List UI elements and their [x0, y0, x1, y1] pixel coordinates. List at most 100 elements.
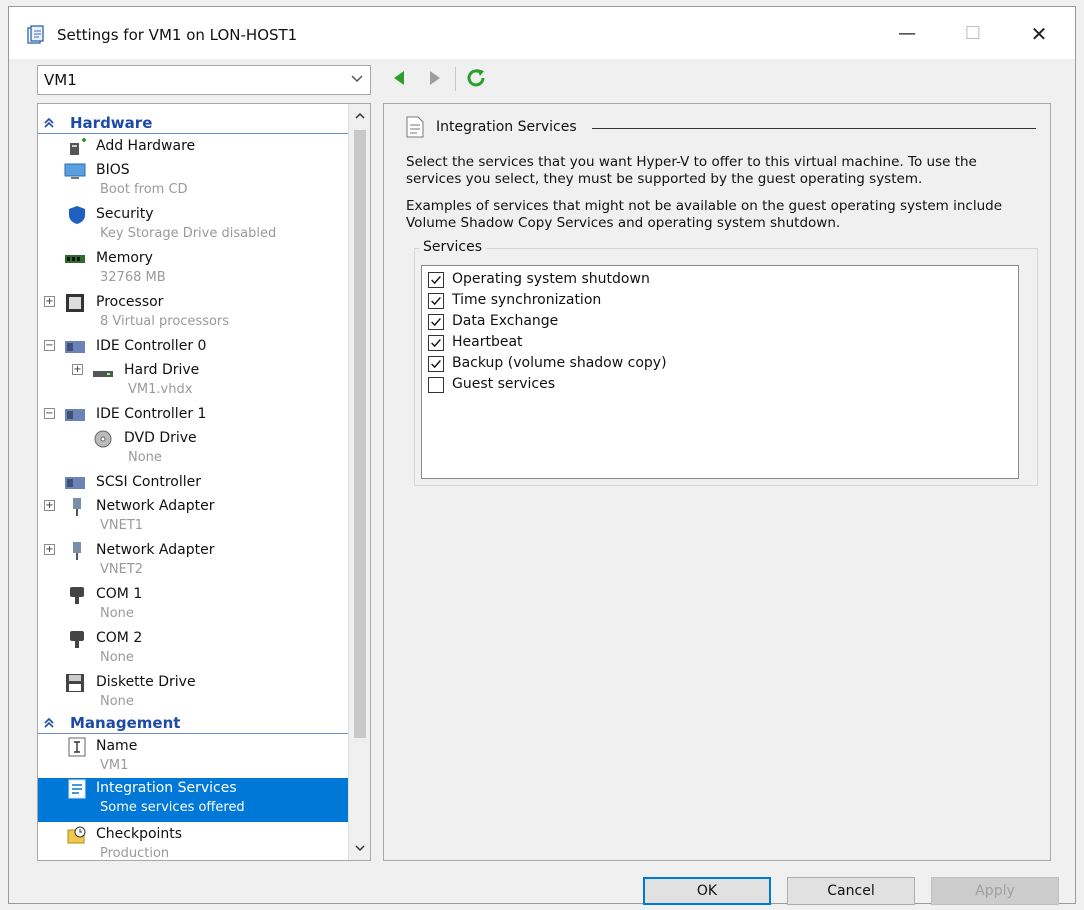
expand-plus-icon[interactable]: + [44, 544, 55, 555]
service-label: Heartbeat [452, 334, 523, 350]
tree-item-bios[interactable]: BIOS Boot from CD [38, 160, 350, 204]
service-guest-services[interactable]: Guest services [428, 375, 1008, 395]
tree-item-network-adapter-1[interactable]: + Network Adapter VNET1 [38, 496, 350, 540]
tree-item-name: Processor [96, 294, 164, 310]
name-label-icon [68, 737, 86, 757]
tree-item-detail: None [128, 450, 162, 465]
minimize-button[interactable]: — [887, 19, 927, 49]
tree-item-dvd-drive[interactable]: DVD Drive None [38, 428, 350, 472]
tree-item-processor[interactable]: + Processor 8 Virtual processors [38, 292, 350, 336]
tree-item-name: IDE Controller 0 [96, 338, 207, 354]
tree-item-detail: Key Storage Drive disabled [100, 226, 277, 241]
processor-icon [66, 294, 84, 312]
tree-item-integration-services[interactable]: Integration Services Some services offer… [38, 778, 350, 822]
tree-item-name: Add Hardware [96, 138, 196, 154]
service-label: Backup (volume shadow copy) [452, 355, 667, 371]
checkpoints-icon [67, 826, 86, 844]
tree-item-hard-drive[interactable]: + Hard Drive VM1.vhdx [38, 360, 350, 404]
tree-item-diskette-drive[interactable]: Diskette Drive None [38, 672, 350, 716]
title-bar[interactable]: Settings for VM1 on LON-HOST1 — ☐ ✕ [9, 7, 1075, 59]
checkbox-checked[interactable] [428, 314, 444, 330]
settings-tree[interactable]: Hardware Add Hardware BIOS Boot from CD [37, 103, 371, 861]
vm-selector-dropdown[interactable]: VM1 [37, 65, 371, 95]
tree-item-name: Security [96, 206, 154, 222]
service-heartbeat[interactable]: Heartbeat [428, 333, 1008, 353]
services-list[interactable]: Operating system shutdown Time synchroni… [421, 265, 1019, 479]
tree-item-security[interactable]: Security Key Storage Drive disabled [38, 204, 350, 248]
section-management[interactable]: Management [38, 712, 350, 734]
tree-item-add-hardware[interactable]: Add Hardware [38, 136, 350, 160]
cancel-button[interactable]: Cancel [787, 877, 915, 905]
checkbox-unchecked[interactable] [428, 377, 444, 393]
service-operating-system-shutdown[interactable]: Operating system shutdown [428, 270, 1008, 290]
tree-item-name: Network Adapter [96, 498, 215, 514]
close-button[interactable]: ✕ [1019, 19, 1059, 49]
tree-item-name: SCSI Controller [96, 474, 201, 490]
panel-examples-note: Examples of services that might not be a… [406, 198, 1003, 231]
apply-button[interactable]: Apply [931, 877, 1059, 905]
service-time-synchronization[interactable]: Time synchronization [428, 291, 1008, 311]
services-group: Services Operating system shutdown Time … [414, 239, 1038, 486]
service-label: Time synchronization [452, 292, 602, 308]
tree-item-name: Integration Services [96, 780, 237, 796]
services-group-label: Services [419, 239, 487, 255]
ok-button[interactable]: OK [643, 877, 771, 905]
tree-item-com-1[interactable]: COM 1 None [38, 584, 350, 628]
tree-item-name: Diskette Drive [96, 674, 196, 690]
checkbox-checked[interactable] [428, 335, 444, 351]
collapse-minus-icon[interactable]: − [44, 340, 55, 351]
settings-window: Settings for VM1 on LON-HOST1 — ☐ ✕ VM1 … [8, 6, 1076, 905]
section-hardware-label: Hardware [70, 114, 153, 132]
checkbox-checked[interactable] [428, 272, 444, 288]
expand-plus-icon[interactable]: + [72, 364, 83, 375]
tree-item-com-2[interactable]: COM 2 None [38, 628, 350, 672]
collapse-minus-icon[interactable]: − [44, 408, 55, 419]
tree-item-memory[interactable]: Memory 32768 MB [38, 248, 350, 292]
tree-item-name: Memory [96, 250, 153, 266]
service-data-exchange[interactable]: Data Exchange [428, 312, 1008, 332]
tree-item-detail: Production [100, 846, 170, 861]
tree-item-detail: None [100, 650, 134, 665]
forward-arrow-icon[interactable] [423, 67, 445, 89]
tree-item-name: COM 1 [96, 586, 143, 602]
memory-icon [65, 255, 85, 263]
controller-icon [65, 341, 85, 353]
maximize-button[interactable]: ☐ [953, 19, 993, 49]
tree-item-name: Hard Drive [124, 362, 200, 378]
scroll-down-arrow-icon[interactable] [354, 842, 366, 854]
bios-icon [64, 163, 86, 179]
vm-selector-value: VM1 [44, 71, 77, 89]
network-adapter-icon [73, 542, 81, 560]
section-hardware[interactable]: Hardware [38, 112, 350, 134]
expand-plus-icon[interactable]: + [44, 500, 55, 511]
tree-scrollbar[interactable] [348, 104, 370, 860]
tree-item-scsi-controller[interactable]: SCSI Controller [38, 472, 350, 496]
checkbox-checked[interactable] [428, 293, 444, 309]
dvd-drive-icon [94, 430, 112, 448]
scrollbar-thumb[interactable] [354, 130, 366, 738]
tree-item-name: Network Adapter [96, 542, 215, 558]
scroll-up-arrow-icon[interactable] [354, 110, 366, 122]
service-label: Guest services [452, 376, 556, 392]
floppy-disk-icon [66, 674, 84, 692]
tree-item-ide-controller-0[interactable]: − IDE Controller 0 [38, 336, 350, 360]
tree-item-name-setting[interactable]: Name VM1 [38, 736, 350, 780]
tree-item-detail: Boot from CD [100, 182, 188, 197]
tree-item-ide-controller-1[interactable]: − IDE Controller 1 [38, 404, 350, 428]
tree-item-network-adapter-2[interactable]: + Network Adapter VNET2 [38, 540, 350, 584]
section-divider [38, 133, 350, 134]
tree-item-detail: VM1 [100, 758, 129, 773]
back-arrow-icon[interactable] [389, 67, 411, 89]
expand-plus-icon[interactable]: + [44, 296, 55, 307]
panel-title-divider [592, 128, 1036, 129]
serial-port-icon [70, 631, 84, 648]
tree-item-name: IDE Controller 1 [96, 406, 207, 422]
service-backup-volume-shadow-copy[interactable]: Backup (volume shadow copy) [428, 354, 1008, 374]
shield-icon [69, 206, 85, 224]
refresh-icon[interactable] [465, 67, 487, 89]
window-title: Settings for VM1 on LON-HOST1 [57, 26, 298, 44]
checkbox-checked[interactable] [428, 356, 444, 372]
add-hardware-icon [70, 138, 86, 155]
panel-description: Select the services that you want Hyper-… [406, 154, 977, 187]
tree-item-checkpoints[interactable]: Checkpoints Production [38, 824, 350, 861]
